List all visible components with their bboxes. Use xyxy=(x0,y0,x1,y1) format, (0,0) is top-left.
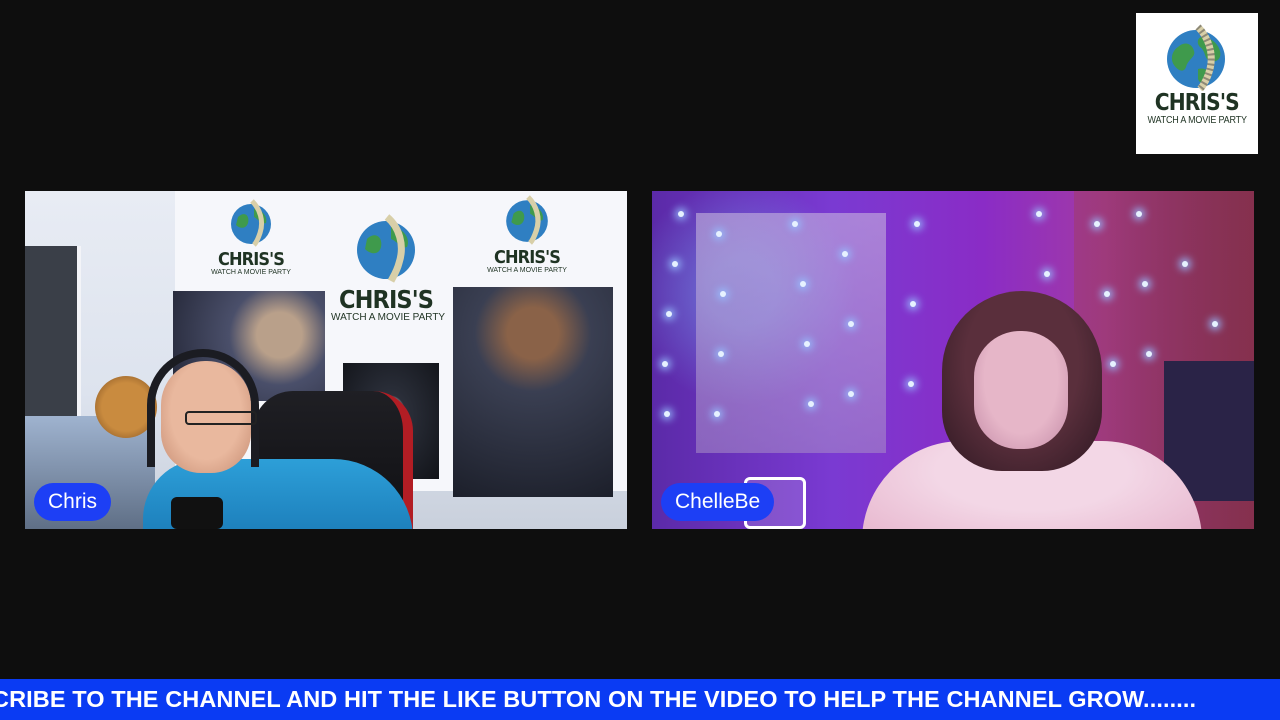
string-light xyxy=(808,401,814,407)
ticker-text: CRIBE TO THE CHANNEL AND HIT THE LIKE BU… xyxy=(0,686,1197,712)
brand-logo: CHRIS'S WATCH A MOVIE PARTY xyxy=(1136,13,1258,154)
globe-icon xyxy=(506,195,548,245)
string-light xyxy=(1094,221,1100,227)
microphone xyxy=(171,497,223,529)
string-light xyxy=(1212,321,1218,327)
string-light xyxy=(664,411,670,417)
brand-subtitle: WATCH A MOVIE PARTY xyxy=(1147,115,1247,126)
string-light xyxy=(718,351,724,357)
string-light xyxy=(1136,211,1142,217)
ticker-banner: CRIBE TO THE CHANNEL AND HIT THE LIKE BU… xyxy=(0,679,1280,720)
brand-title: CHRIS'S xyxy=(1154,90,1240,116)
string-light xyxy=(848,321,854,327)
banner-logo-left: CHRIS'S WATCH A MOVIE PARTY xyxy=(201,199,301,277)
banner-logo-title: CHRIS'S xyxy=(338,285,434,314)
string-light xyxy=(804,341,810,347)
string-light xyxy=(914,221,920,227)
string-light xyxy=(842,251,848,257)
string-light xyxy=(716,231,722,237)
string-light xyxy=(662,361,668,367)
string-light xyxy=(1044,271,1050,277)
banner-logo-subtitle: WATCH A MOVIE PARTY xyxy=(487,267,567,274)
string-light xyxy=(714,411,720,417)
glasses xyxy=(185,411,257,425)
name-tag-chris: Chris xyxy=(34,483,112,521)
participant-chellebe xyxy=(862,281,1202,529)
string-light xyxy=(792,221,798,227)
video-tile-chellebe[interactable]: ChelleBe xyxy=(652,191,1254,529)
globe-icon xyxy=(231,199,271,247)
banner-logo-center: CHRIS'S WATCH A MOVIE PARTY xyxy=(331,213,445,324)
string-light xyxy=(672,261,678,267)
string-light xyxy=(1036,211,1042,217)
face xyxy=(974,331,1068,449)
string-light xyxy=(1182,261,1188,267)
banner-logo-title: CHRIS'S xyxy=(494,247,561,268)
string-light xyxy=(666,311,672,317)
headset xyxy=(147,349,259,467)
banner-logo-right: CHRIS'S WATCH A MOVIE PARTY xyxy=(477,195,577,275)
banner-logo-title: CHRIS'S xyxy=(218,249,285,270)
banner-logo-subtitle: WATCH A MOVIE PARTY xyxy=(211,269,291,276)
string-light xyxy=(720,291,726,297)
name-tag-chellebe: ChelleBe xyxy=(661,483,775,521)
globe-icon xyxy=(357,214,415,283)
video-tile-chris[interactable]: CHRIS'S WATCH A MOVIE PARTY CHRIS'S WATC… xyxy=(25,191,627,529)
string-light xyxy=(848,391,854,397)
chellebe-camera-feed xyxy=(652,191,1254,529)
movie-poster xyxy=(453,287,613,497)
string-light xyxy=(678,211,684,217)
string-light xyxy=(800,281,806,287)
globe-film-icon xyxy=(1167,24,1225,91)
stream-stage: CHRIS'S WATCH A MOVIE PARTY CHRIS'S WATC… xyxy=(0,0,1280,720)
chris-camera-feed: CHRIS'S WATCH A MOVIE PARTY CHRIS'S WATC… xyxy=(25,191,627,529)
wall-panel xyxy=(696,213,886,453)
